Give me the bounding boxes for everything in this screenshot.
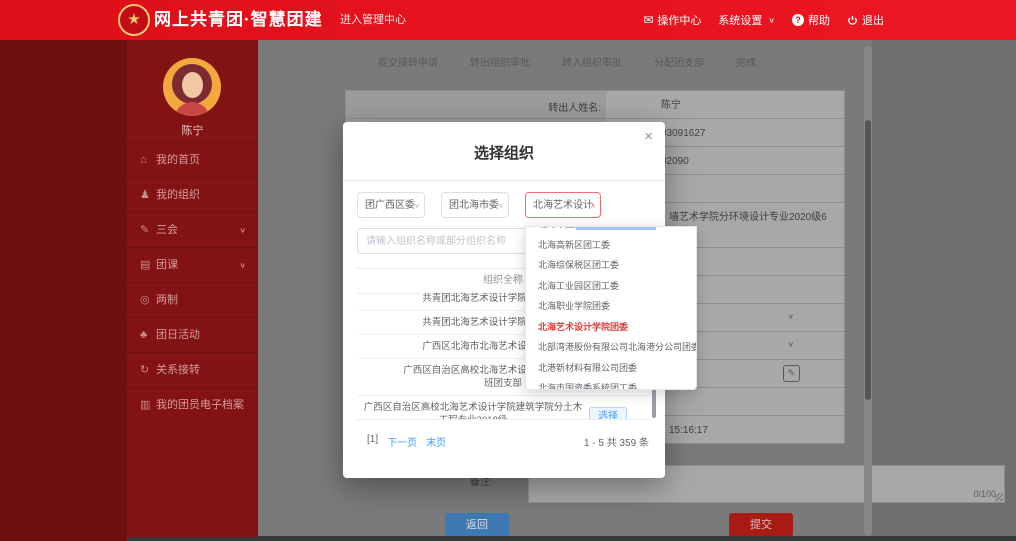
chevron-down-icon: ∨ [787,340,794,349]
modal-title: 选择组织 [343,142,665,163]
city-select[interactable]: 团北海市委 ∨ [441,192,509,218]
step-label: 完成 [736,54,756,69]
close-icon[interactable]: × [644,128,653,145]
chevron-down-icon: ∨ [498,196,504,217]
sidebar-item-home[interactable]: ⌂我的首页 [127,142,258,177]
sidebar-username: 陈宁 [127,122,258,138]
sidebar-item-league-class[interactable]: ▤团课 ∨ [127,247,258,282]
dropdown-item[interactable]: 北部湾港股份有限公司北海港分公司团委 [526,337,696,358]
sidebar-item-archive[interactable]: ▥我的团员电子档案 [127,387,258,422]
sidebar-item-transfer[interactable]: ↻关系接转 [127,352,258,387]
next-page-link[interactable]: 下一页 [387,434,417,449]
transfer-steps: 提交接转申请 转出组织审批 转入组织审批 分配团支部 完成 [378,54,798,69]
step-label: 分配团支部 [654,54,704,69]
dropdown-item-selected[interactable]: 北海艺术设计学院团委 [526,317,696,338]
char-counter: 0/100 [973,489,996,499]
home-icon: ⌂ [140,143,156,177]
sidebar-item-league-day[interactable]: ♣团日活动 [127,317,258,352]
app-header: ★ 网上共青团·智慧团建 进入管理中心 ✉ 操作中心 系统设置 ∨ ? 帮助 退… [0,0,1016,40]
chevron-down-icon: ∨ [239,251,246,278]
archive-icon: ▥ [140,388,156,422]
dropdown-item[interactable]: 北海综保税区团工委 [526,255,696,276]
back-button[interactable]: 返回 [445,513,509,537]
power-icon [847,15,858,26]
dropdown-item[interactable]: 北海工业园区团工委 [526,276,696,297]
organization-select[interactable]: 北海艺术设计 ∧ [525,192,601,218]
select-row-button[interactable]: 选择 [589,407,627,420]
table-scrollbar-thumb[interactable] [652,388,656,418]
pagination: [1] 下一页 末页 [367,434,446,449]
chevron-down-icon: ∨ [239,216,246,243]
chevron-up-icon: ∧ [590,196,596,217]
step-label: 提交接转申请 [378,54,438,69]
province-select[interactable]: 团广西区委 ∨ [357,192,425,218]
table-row: 广西区自治区高校北海艺术设计学院建筑学院分土木工程专业2018级 01班团支部 … [357,396,649,420]
page-number[interactable]: [1] [367,434,378,449]
pagination-total: 1 - 5 共 359 条 [584,434,649,449]
resize-handle-icon[interactable] [995,493,1003,501]
avatar [163,58,221,116]
dropdown-item[interactable]: 北海高新区团工委 [526,235,696,256]
dropdown-highlight-strip [576,227,656,230]
step-label: 转出组织审批 [470,54,530,69]
page-scrollbar[interactable] [864,46,872,536]
enter-admin-link[interactable]: 进入管理中心 [340,0,406,40]
two-systems-icon: ◎ [140,283,156,317]
league-emblem-icon: ★ [118,4,150,36]
dropdown-item[interactable]: 北海市国资委系统团工委 [526,378,696,390]
sidebar-nav: ⌂我的首页 ♟我的组织 ✎三会 ∨ ▤团课 ∨ ◎两制 ♣团日活动 ↻关系接转 [127,142,258,422]
scrollbar-thumb[interactable] [865,120,871,400]
operation-center-button[interactable]: ✉ 操作中心 [643,12,701,28]
envelope-icon: ✉ [643,13,653,27]
app-title: 网上共青团·智慧团建 [154,0,323,40]
form-row-name: 转出人姓名: 陈宁 [346,91,844,118]
chevron-down-icon: ∨ [787,312,794,321]
sidebar: 陈宁 ⌂我的首页 ♟我的组织 ✎三会 ∨ ▤团课 ∨ ◎两制 ♣团日活动 [127,40,258,537]
footer-bar [127,536,1016,541]
chevron-down-icon: ∨ [414,196,420,217]
sidebar-item-meetings[interactable]: ✎三会 ∨ [127,212,258,247]
organization-dropdown: 北海市直属机关团工委 北海高新区团工委 北海综保税区团工委 北海工业园区团工委 … [525,226,697,390]
header-actions: ✉ 操作中心 系统设置 ∨ ? 帮助 退出 [643,0,884,40]
help-button[interactable]: ? 帮助 [792,12,830,28]
dropdown-item[interactable]: 北海职业学院团委 [526,296,696,317]
help-icon: ? [792,14,804,26]
app-root: ★ 网上共青团·智慧团建 进入管理中心 ✉ 操作中心 系统设置 ∨ ? 帮助 退… [0,0,1016,541]
sidebar-item-two-systems[interactable]: ◎两制 [127,282,258,317]
step-label: 转入组织审批 [562,54,622,69]
last-page-link[interactable]: 末页 [426,434,446,449]
sidebar-item-organization[interactable]: ♟我的组织 [127,177,258,212]
divider [343,180,665,181]
transfer-icon: ↻ [140,353,156,387]
league-day-icon: ♣ [140,318,156,352]
meetings-icon: ✎ [140,213,156,247]
organization-icon: ♟ [140,178,156,212]
league-class-icon: ▤ [140,248,156,282]
edit-icon[interactable]: ✎ [783,365,800,382]
system-settings-menu[interactable]: 系统设置 ∨ [718,12,775,28]
submit-button[interactable]: 提交 [729,513,793,537]
dropdown-item[interactable]: 北港新材料有限公司团委 [526,358,696,379]
logout-button[interactable]: 退出 [847,12,884,28]
chevron-down-icon: ∨ [768,16,775,25]
org-level-selects: 团广西区委 ∨ 团北海市委 ∨ 北海艺术设计 ∧ [357,192,601,218]
